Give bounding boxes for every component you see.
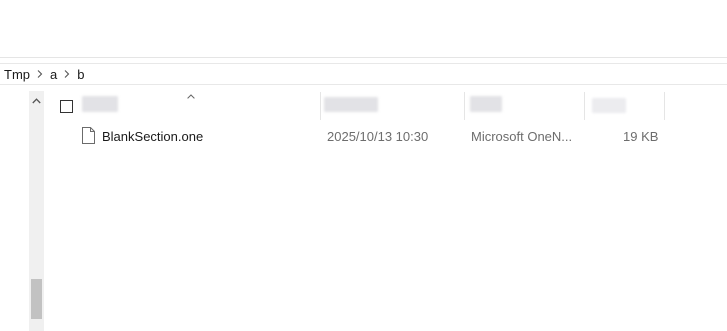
file-type: Microsoft OneN... [471,129,573,144]
file-row[interactable]: BlankSection.one 2025/10/13 10:30 Micros… [52,124,727,148]
column-header-date-modified[interactable] [324,97,378,112]
document-icon [82,127,95,144]
chevron-up-icon [32,98,41,104]
select-all-checkbox[interactable] [60,100,73,113]
column-separator[interactable] [664,92,665,120]
divider [0,57,727,58]
vertical-scrollbar[interactable] [29,91,44,331]
top-blank-area [0,0,727,57]
breadcrumb-item-tmp[interactable]: Tmp [0,67,33,82]
column-header-name[interactable] [82,96,118,112]
column-separator[interactable] [584,92,585,120]
file-date-modified: 2025/10/13 10:30 [327,129,429,144]
chevron-right-icon [33,67,47,81]
breadcrumb[interactable]: Tmp a b [0,63,727,85]
column-header-size[interactable] [592,98,626,113]
file-name[interactable]: BlankSection.one [102,129,203,144]
chevron-right-icon [60,67,74,81]
column-separator[interactable] [464,92,465,120]
sort-ascending-icon [186,92,196,100]
scroll-up-button[interactable] [29,93,44,109]
file-size: 19 KB [623,129,659,144]
column-separator[interactable] [320,92,321,120]
breadcrumb-item-a[interactable]: a [47,67,60,82]
scrollbar-thumb[interactable] [31,279,42,319]
column-header-row [52,92,727,120]
column-header-type[interactable] [470,96,502,112]
breadcrumb-item-b[interactable]: b [74,67,87,82]
